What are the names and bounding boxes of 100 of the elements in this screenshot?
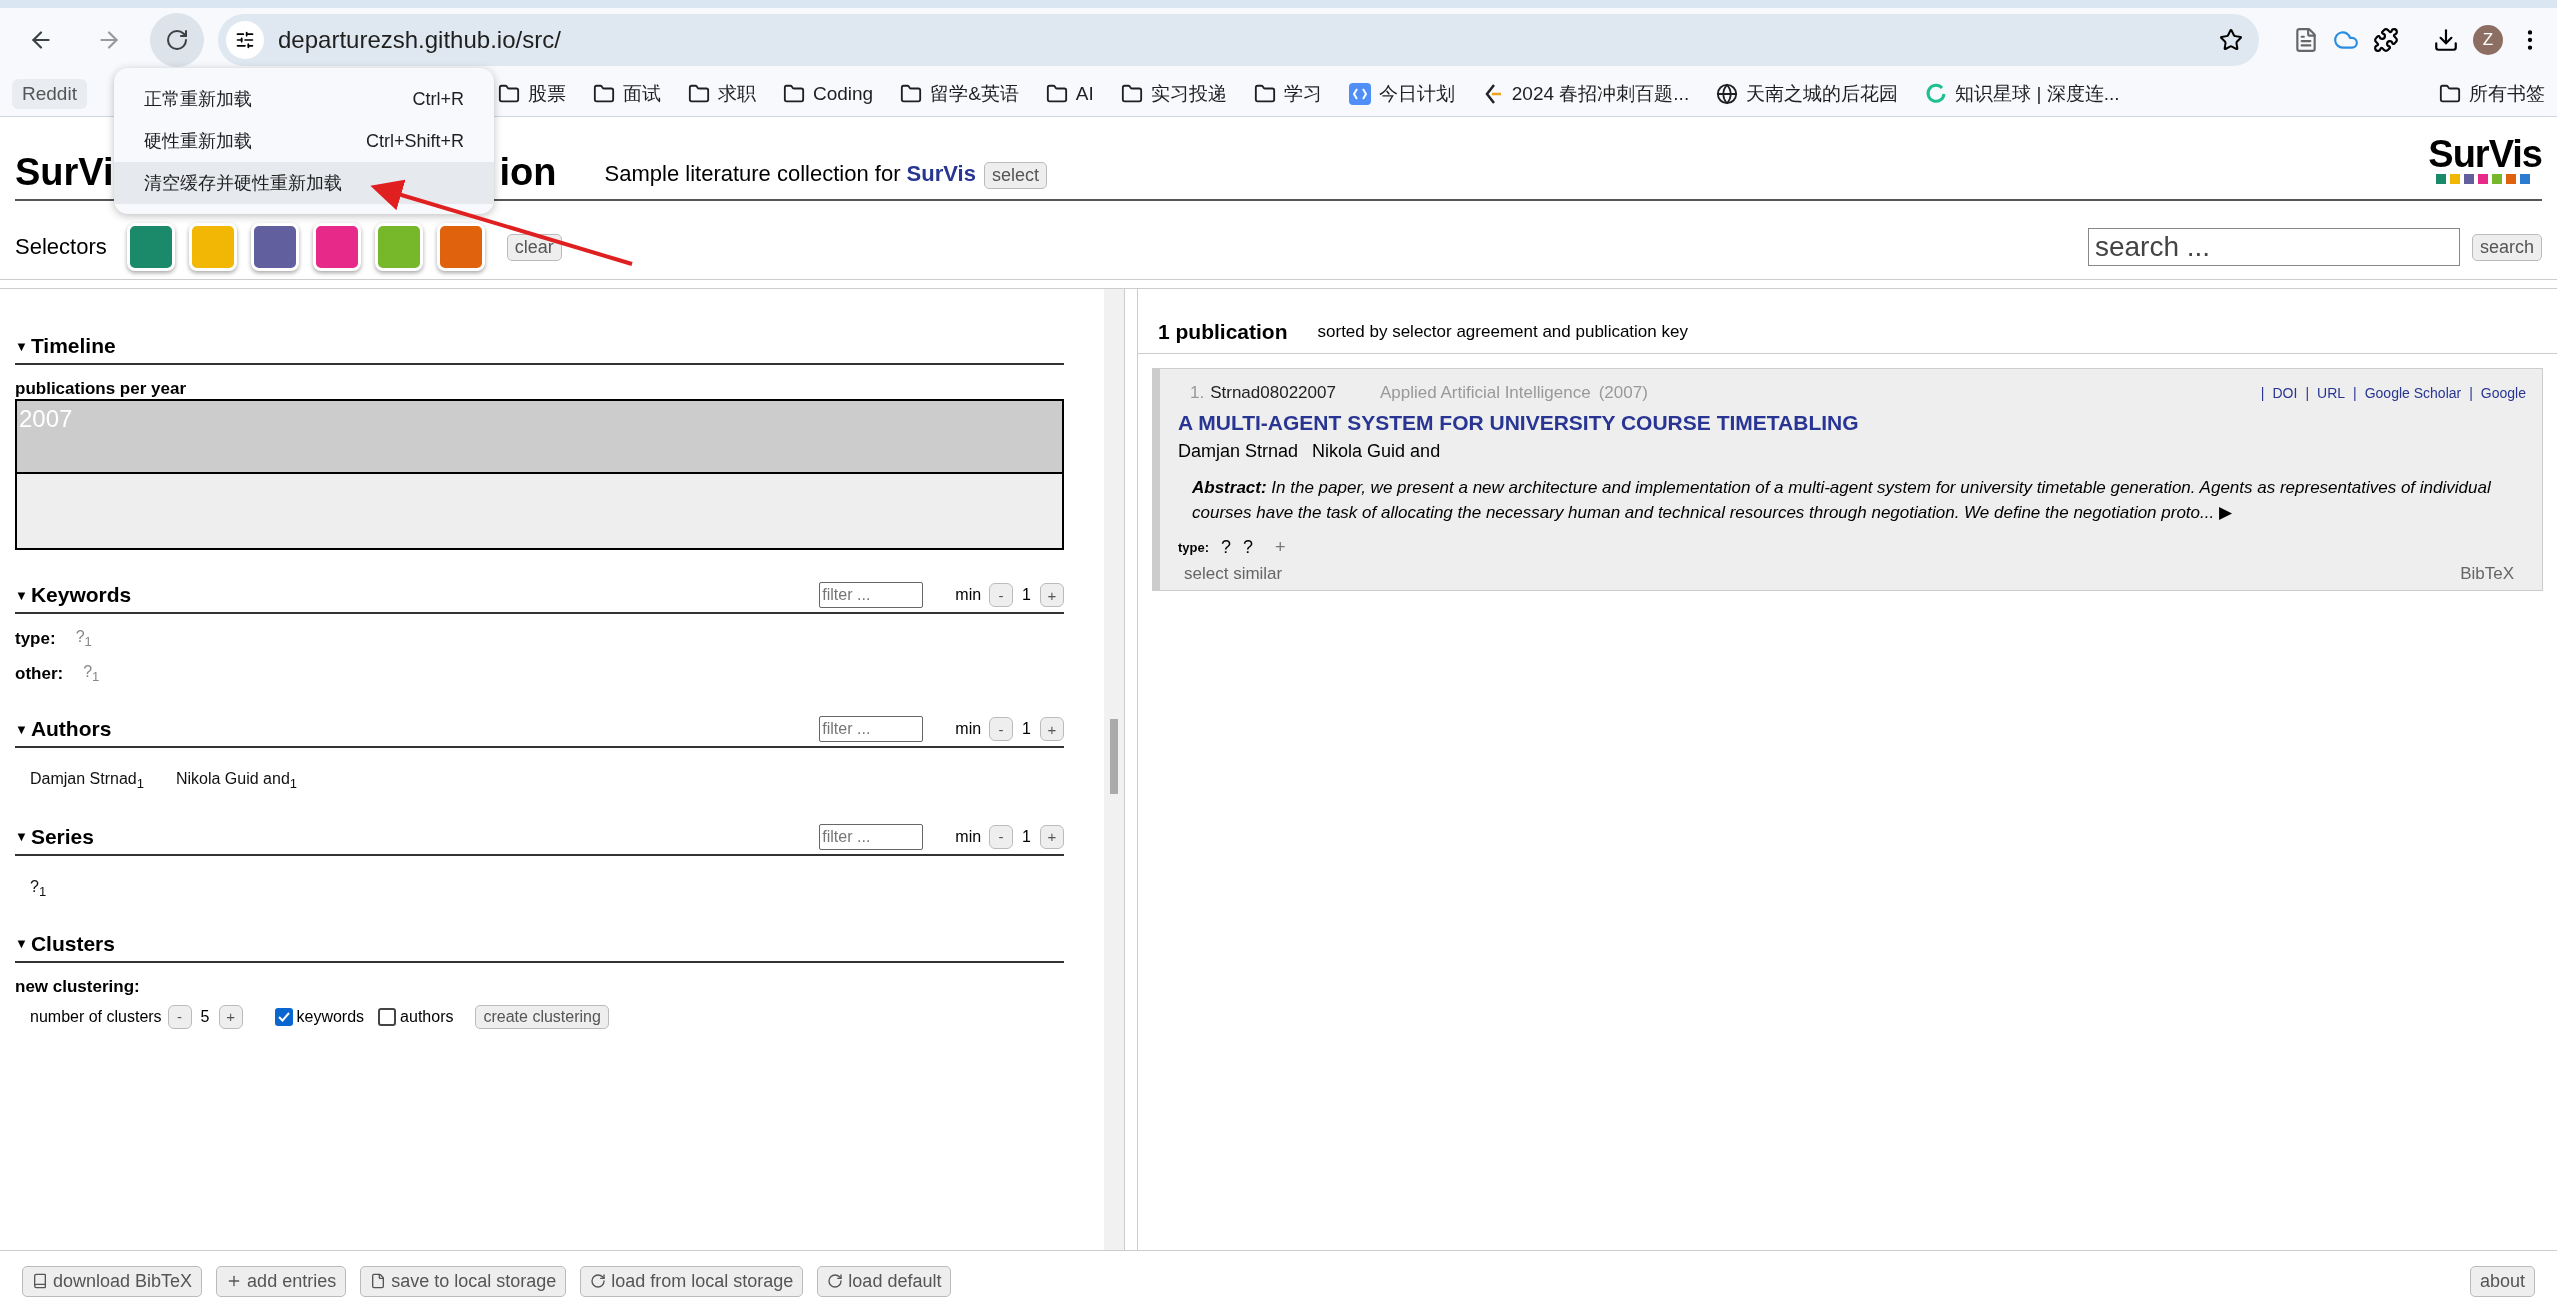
bookmark-item[interactable]: 天南之城的后花园 — [1716, 81, 1899, 107]
decrease-button[interactable]: - — [989, 717, 1014, 742]
collapse-caret[interactable]: ▼ — [15, 829, 28, 845]
folder-icon — [2439, 83, 2461, 105]
bookmark-star-icon[interactable] — [2219, 28, 2243, 52]
collapse-caret[interactable]: ▼ — [15, 338, 28, 354]
clustering-label: new clustering: — [15, 976, 141, 997]
increase-button[interactable]: + — [1040, 717, 1064, 742]
create-clustering-button[interactable]: create clustering — [475, 1004, 609, 1029]
checkbox[interactable] — [378, 1007, 397, 1026]
bookmark-item[interactable]: 实习投递 — [1120, 81, 1227, 107]
publication-index: 1. — [1190, 383, 1205, 403]
type-label: type: — [1178, 540, 1210, 556]
folder-icon — [497, 83, 520, 105]
book-icon — [32, 1273, 48, 1289]
about-button[interactable]: about — [2469, 1265, 2535, 1297]
bookmark-item[interactable]: AI — [1045, 83, 1094, 105]
collapse-caret[interactable]: ▼ — [15, 936, 28, 952]
page-title: ion — [499, 153, 557, 191]
increase-button[interactable]: + — [218, 1004, 243, 1029]
bookmark-item[interactable]: 2024 春招冲刺百题... — [1481, 81, 1690, 107]
all-bookmarks-item[interactable]: 所有书签 — [2439, 81, 2545, 107]
author-tag[interactable]: Damjan Strnad$_{1}$ — [30, 770, 144, 792]
sort-info: sorted by selector agreement and publication key — [1317, 322, 1688, 342]
extensions-icon[interactable] — [2373, 27, 2399, 53]
select-button[interactable]: select — [983, 162, 1047, 189]
filter-field[interactable]: filter ... — [819, 823, 924, 850]
selectors-label: Selectors — [15, 234, 107, 260]
keyword-tag[interactable]: ? — [1221, 537, 1232, 559]
footer-button[interactable]: add entries — [216, 1265, 347, 1297]
section-title: Authors — [30, 717, 113, 742]
section-title: Clusters — [30, 931, 116, 956]
url-text: departurezsh.github.io/src/ — [278, 26, 562, 54]
link-separator: | — [2305, 385, 2310, 401]
author-name[interactable]: Nikola Guid and — [1312, 441, 1441, 462]
bibtex-link[interactable]: BibTeX — [2460, 564, 2514, 585]
footer-button[interactable]: save to local storage — [360, 1265, 567, 1297]
section-title: Keywords — [30, 583, 133, 607]
reload-button[interactable] — [150, 13, 204, 67]
footer-button[interactable]: load from local storage — [580, 1265, 804, 1297]
bookmark-item[interactable]: 股票 — [497, 81, 566, 107]
keyword-category: type: — [15, 628, 56, 649]
add-tag-button[interactable]: + — [1275, 537, 1286, 559]
search-field[interactable]: search ... — [2087, 228, 2460, 266]
year: (2007) — [1598, 383, 1648, 403]
profile-avatar[interactable]: Z — [2473, 25, 2503, 55]
min-value: 1 — [1022, 586, 1031, 604]
author-tag[interactable]: Nikola Guid and$_{1}$ — [175, 770, 298, 792]
scrollbar[interactable] — [1104, 289, 1125, 1250]
checkbox[interactable] — [274, 1007, 293, 1026]
bookmark-item[interactable]: Coding — [782, 83, 874, 105]
bookmark-item[interactable]: 面试 — [592, 81, 661, 107]
collapse-caret[interactable]: ▼ — [15, 587, 28, 603]
menu-item[interactable]: 正常重新加载 Ctrl+R — [114, 78, 494, 120]
decrease-button[interactable]: - — [989, 583, 1014, 607]
footer-button[interactable]: load default — [817, 1265, 952, 1297]
footer-button[interactable]: download BibTeX — [22, 1265, 203, 1297]
bookmark-item[interactable]: 知识星球 | 深度连... — [1925, 81, 2120, 107]
file-icon — [370, 1273, 387, 1289]
reload-icon — [165, 28, 189, 52]
expand-toggle[interactable]: ▶ — [2218, 502, 2232, 522]
document-icon[interactable] — [2293, 27, 2319, 53]
address-bar[interactable]: departurezsh.github.io/src/ — [218, 14, 2259, 66]
bookmark-item[interactable]: 学习 — [1253, 81, 1322, 107]
ring-icon — [1925, 83, 1948, 105]
filter-field[interactable]: filter ... — [819, 716, 924, 743]
external-link[interactable]: URL — [2317, 385, 2346, 401]
select-similar-link[interactable]: select similar — [1184, 564, 1283, 585]
site-settings-icon[interactable] — [226, 21, 264, 59]
reload-icon — [827, 1273, 844, 1289]
bookmark-item[interactable]: 求职 — [687, 81, 756, 107]
decrease-button[interactable]: - — [989, 824, 1014, 849]
author-name[interactable]: Damjan Strnad — [1178, 441, 1299, 462]
menu-item[interactable]: 清空缓存并硬性重新加载 — [114, 162, 494, 204]
external-link[interactable]: Google Scholar — [2364, 385, 2462, 401]
reload-icon — [590, 1273, 607, 1289]
min-label: min — [955, 586, 982, 604]
menu-item[interactable]: 硬性重新加载 Ctrl+Shift+R — [114, 120, 494, 162]
keyword-tag[interactable]: ?$_{1}$ — [83, 663, 100, 685]
bookmark-item[interactable]: 留学&英语 — [900, 81, 1019, 107]
download-icon[interactable] — [2433, 27, 2459, 53]
keyword-tag[interactable]: ? — [1243, 537, 1254, 559]
min-label: min — [955, 720, 982, 739]
filter-field[interactable]: filter ... — [819, 582, 924, 608]
external-link[interactable]: DOI — [2272, 385, 2298, 401]
clear-button[interactable]: clear — [506, 233, 562, 261]
increase-button[interactable]: + — [1040, 824, 1064, 849]
app-icon — [1348, 83, 1371, 105]
collapse-caret[interactable]: ▼ — [15, 721, 28, 737]
series-tag[interactable]: ?$_{1}$ — [30, 877, 47, 899]
section-title: Timeline — [30, 334, 117, 358]
page-title: SurVi — [15, 153, 114, 191]
publication-title[interactable]: A MULTI-AGENT SYSTEM FOR UNIVERSITY COURSE TIMETABLING — [1178, 411, 2526, 435]
keyword-tag[interactable]: ?$_{1}$ — [75, 628, 92, 650]
increase-button[interactable]: + — [1040, 583, 1064, 607]
external-link[interactable]: Google — [2480, 385, 2526, 401]
bookmark-item[interactable]: 今日计划 — [1348, 81, 1455, 107]
search-button[interactable]: search — [2471, 233, 2542, 261]
decrease-button[interactable]: - — [167, 1004, 192, 1029]
bookmark-item[interactable]: Reddit — [12, 79, 87, 109]
